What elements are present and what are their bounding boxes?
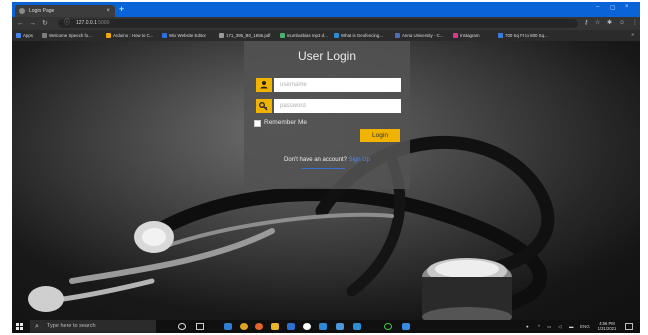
password-input[interactable] bbox=[274, 99, 401, 113]
spotify-icon[interactable] bbox=[353, 323, 361, 330]
browser-tab[interactable]: Login Page × bbox=[15, 5, 115, 17]
bookmark-label: Apps bbox=[23, 33, 34, 38]
bookmark-favicon-icon bbox=[498, 33, 503, 38]
bookmark-item[interactable]: Anna University - C... bbox=[395, 30, 443, 41]
browser-toolbar: ← → ↻ ⓘ 127.0.0.1:5000 ⚷ ☆ ✱ ☺ ⋮ bbox=[12, 17, 640, 30]
vscode-blue-icon[interactable] bbox=[402, 323, 410, 330]
user-icon bbox=[256, 78, 272, 92]
login-page: User Login Remember Me Login Don't have bbox=[12, 41, 640, 320]
bookmark-item[interactable]: Wix Website Editor bbox=[162, 30, 206, 41]
bookmark-favicon-icon bbox=[453, 33, 458, 38]
bookmark-item[interactable]: 700 Sq Ft to 800 Sq... bbox=[498, 30, 548, 41]
bookmark-label: 171_395_B0_1556.pdf bbox=[226, 33, 271, 38]
login-button[interactable]: Login bbox=[360, 129, 400, 142]
link-underline bbox=[301, 168, 345, 169]
photos-icon[interactable] bbox=[336, 323, 344, 330]
windows-taskbar: ⌕ Type here to search ● ^ ▭ ◁ ▬ ENG 4:56… bbox=[12, 320, 640, 333]
address-url: 127.0.0.1:5000 bbox=[76, 19, 109, 28]
reload-icon[interactable]: ↻ bbox=[42, 19, 48, 28]
screen: Login Page × + – ▢ × ← → ↻ ⓘ 127.0.0.1:5… bbox=[12, 2, 640, 333]
username-field bbox=[256, 78, 401, 92]
login-title: User Login bbox=[297, 49, 357, 63]
back-arrow-icon[interactable]: ← bbox=[17, 19, 24, 28]
site-info-icon[interactable]: ⓘ bbox=[64, 19, 70, 28]
network-icon[interactable]: ▭ bbox=[547, 320, 551, 333]
taskbar-search[interactable]: ⌕ Type here to search bbox=[30, 320, 156, 333]
bookmark-item[interactable]: Apps bbox=[16, 30, 33, 41]
bookmark-item[interactable]: inumbutbias mp3 d... bbox=[280, 30, 328, 41]
clock-date: 1/31/2021 bbox=[597, 326, 617, 331]
volume-icon[interactable]: ◁ bbox=[558, 320, 561, 333]
bookmark-favicon-icon bbox=[219, 33, 224, 38]
bookmark-item[interactable]: Instagram bbox=[453, 30, 480, 41]
bookmark-favicon-icon bbox=[162, 33, 167, 38]
battery-icon[interactable]: ▬ bbox=[569, 320, 574, 333]
vscode-icon[interactable] bbox=[224, 323, 232, 330]
login-card: User Login Remember Me Login Don't have bbox=[244, 41, 410, 189]
bookmark-label: Arduino : How to C... bbox=[113, 33, 154, 38]
firefox-icon[interactable] bbox=[255, 323, 263, 330]
taskbar-search-hint: Type here to search bbox=[47, 323, 96, 329]
bookmark-label: Welcome Speech fo... bbox=[49, 33, 92, 38]
star-icon[interactable]: ☆ bbox=[595, 19, 600, 28]
url-port: :5000 bbox=[96, 20, 110, 26]
account-prompt: Don't have an account? Sign Up bbox=[244, 157, 410, 163]
bookmark-item[interactable]: 171_395_B0_1556.pdf bbox=[219, 30, 270, 41]
tab-close-icon[interactable]: × bbox=[106, 5, 110, 17]
menu-icon[interactable]: ⋮ bbox=[632, 19, 638, 28]
show-hidden-icons-icon[interactable]: ^ bbox=[538, 320, 540, 333]
tab-favicon-icon bbox=[19, 8, 25, 14]
remember-me-checkbox[interactable] bbox=[254, 120, 261, 127]
address-bar[interactable]: ⓘ 127.0.0.1:5000 bbox=[58, 19, 578, 28]
edge-icon[interactable] bbox=[303, 323, 311, 330]
taskview-icon[interactable] bbox=[196, 323, 204, 330]
minimize-button[interactable]: – bbox=[596, 4, 599, 10]
notifications-icon[interactable] bbox=[625, 323, 633, 330]
tab-bar: Login Page × + – ▢ × bbox=[12, 2, 640, 17]
bookmark-label: Anna University - C... bbox=[402, 33, 444, 38]
tab-title: Login Page bbox=[29, 8, 55, 14]
signup-link[interactable]: Sign Up bbox=[349, 157, 370, 163]
taskbar-clock[interactable]: 4:56 PM 1/31/2021 bbox=[594, 321, 620, 331]
password-field bbox=[256, 99, 401, 113]
visual-studio-icon[interactable] bbox=[384, 323, 392, 330]
url-host: 127.0.0.1 bbox=[76, 20, 97, 26]
bookmark-favicon-icon bbox=[334, 33, 339, 38]
chrome-icon[interactable] bbox=[240, 323, 248, 330]
extensions-icon[interactable]: ✱ bbox=[607, 19, 612, 28]
new-tab-button[interactable]: + bbox=[119, 4, 124, 15]
bookmark-label: What is Geofencing... bbox=[341, 33, 383, 38]
language-icon[interactable]: ENG bbox=[580, 320, 590, 333]
remember-me-label: Remember Me bbox=[264, 119, 307, 126]
username-input[interactable] bbox=[274, 78, 401, 92]
key-icon[interactable]: ⚷ bbox=[584, 19, 588, 28]
windows-start-icon[interactable] bbox=[16, 323, 23, 330]
bookmark-item[interactable]: Welcome Speech fo... bbox=[42, 30, 92, 41]
search-icon: ⌕ bbox=[35, 323, 39, 330]
weather-icon[interactable]: ● bbox=[526, 320, 529, 333]
bookmark-favicon-icon bbox=[42, 33, 47, 38]
file-explorer-icon[interactable] bbox=[271, 323, 279, 330]
bookmark-favicon-icon bbox=[106, 33, 111, 38]
bookmark-favicon-icon bbox=[280, 33, 285, 38]
maximize-button[interactable]: ▢ bbox=[610, 4, 616, 11]
bookmark-label: inumbutbias mp3 d... bbox=[287, 33, 328, 38]
bookmarks-overflow-button[interactable]: » bbox=[631, 30, 634, 41]
close-window-button[interactable]: × bbox=[625, 4, 629, 10]
store-icon[interactable] bbox=[319, 323, 327, 330]
bookmark-label: Instagram bbox=[460, 33, 480, 38]
account-icon[interactable]: ☺ bbox=[619, 19, 625, 28]
bookmark-favicon-icon bbox=[16, 33, 21, 38]
bookmark-label: 700 Sq Ft to 800 Sq... bbox=[505, 33, 548, 38]
bookmark-item[interactable]: Arduino : How to C... bbox=[106, 30, 154, 41]
bookmarks-bar: Apps Welcome Speech fo... Arduino : How to… bbox=[12, 30, 640, 41]
no-account-text: Don't have an account? bbox=[284, 157, 347, 163]
bookmark-label: Wix Website Editor bbox=[169, 33, 207, 38]
bookmark-item[interactable]: What is Geofencing... bbox=[334, 30, 383, 41]
bookmark-favicon-icon bbox=[395, 33, 400, 38]
cortana-icon[interactable] bbox=[178, 323, 186, 330]
forward-arrow-icon[interactable]: → bbox=[29, 19, 36, 28]
mail-icon[interactable] bbox=[287, 323, 295, 330]
key-icon bbox=[256, 99, 272, 113]
